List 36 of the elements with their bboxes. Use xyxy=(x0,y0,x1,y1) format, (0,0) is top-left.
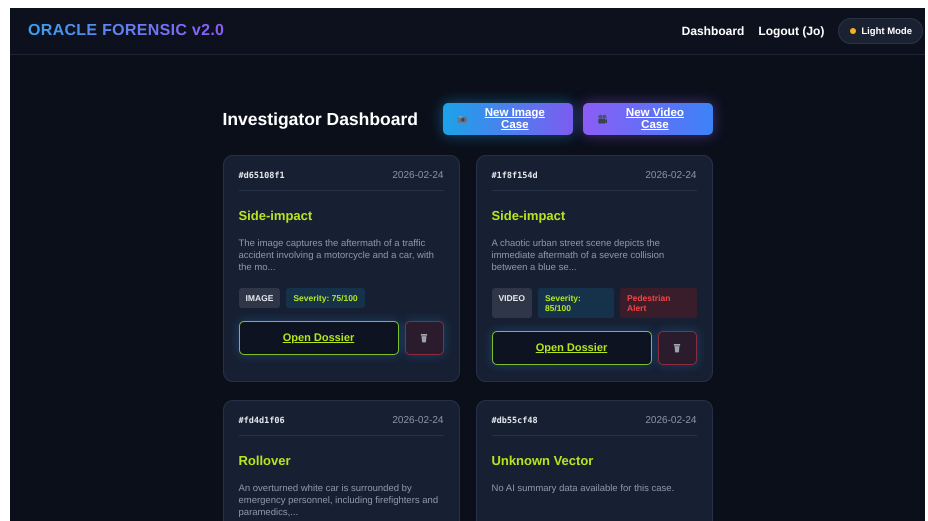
case-tag: Pedestrian Alert xyxy=(620,288,696,318)
new-case-button[interactable]: New Video Case xyxy=(582,103,712,135)
delete-button[interactable] xyxy=(404,321,444,355)
case-title: Side-impact xyxy=(238,208,314,223)
case-summary: An overturned white car is surrounded by emergency personnel, including firefighters and paramedics,... xyxy=(238,483,440,519)
trash-icon xyxy=(672,343,682,353)
page-title: Investigator Dashboard xyxy=(222,108,418,130)
case-date: 2026-02-24 xyxy=(392,415,444,426)
case-tag: Severity: 75/100 xyxy=(286,288,365,308)
case-title: Rollover xyxy=(238,453,292,468)
case-title: Unknown Vector xyxy=(492,453,594,468)
case-date: 2026-02-24 xyxy=(392,170,444,181)
case-tag: IMAGE xyxy=(238,288,280,308)
case-id: #d65108f1 xyxy=(238,170,285,180)
case-summary: A chaotic urban street scene depicts the immediate aftermath of a severe collision between a blue se... xyxy=(492,238,666,274)
film-camera-icon xyxy=(596,114,608,124)
case-date: 2026-02-24 xyxy=(645,170,696,181)
case-title: Side-impact xyxy=(492,208,566,223)
nav-link[interactable]: Logout (Jo) xyxy=(758,24,824,38)
trash-icon xyxy=(419,333,429,343)
open-dossier-button[interactable]: Open Dossier xyxy=(238,321,398,355)
sun-icon xyxy=(849,27,858,35)
case-tag: Severity: 85/100 xyxy=(538,288,614,318)
theme-button[interactable]: Light Mode xyxy=(838,18,923,44)
open-dossier-button[interactable]: Open Dossier xyxy=(492,331,652,365)
new-case-button[interactable]: New Image Case xyxy=(442,103,572,135)
nav-link[interactable]: Dashboard xyxy=(682,24,744,38)
camera-icon xyxy=(456,114,468,124)
case-id: #db55cf48 xyxy=(492,416,538,426)
case-id: #fd4d1f06 xyxy=(238,416,285,426)
case-summary: The image captures the aftermath of a traffic accident involving a motorcycle and a car, with the mo... xyxy=(238,238,435,274)
delete-button[interactable] xyxy=(658,331,696,365)
case-date: 2026-02-24 xyxy=(645,415,696,426)
case-tag: VIDEO xyxy=(492,288,532,318)
case-id: #1f8f154d xyxy=(492,170,538,180)
case-summary: No AI summary data available for this case. xyxy=(492,483,676,495)
